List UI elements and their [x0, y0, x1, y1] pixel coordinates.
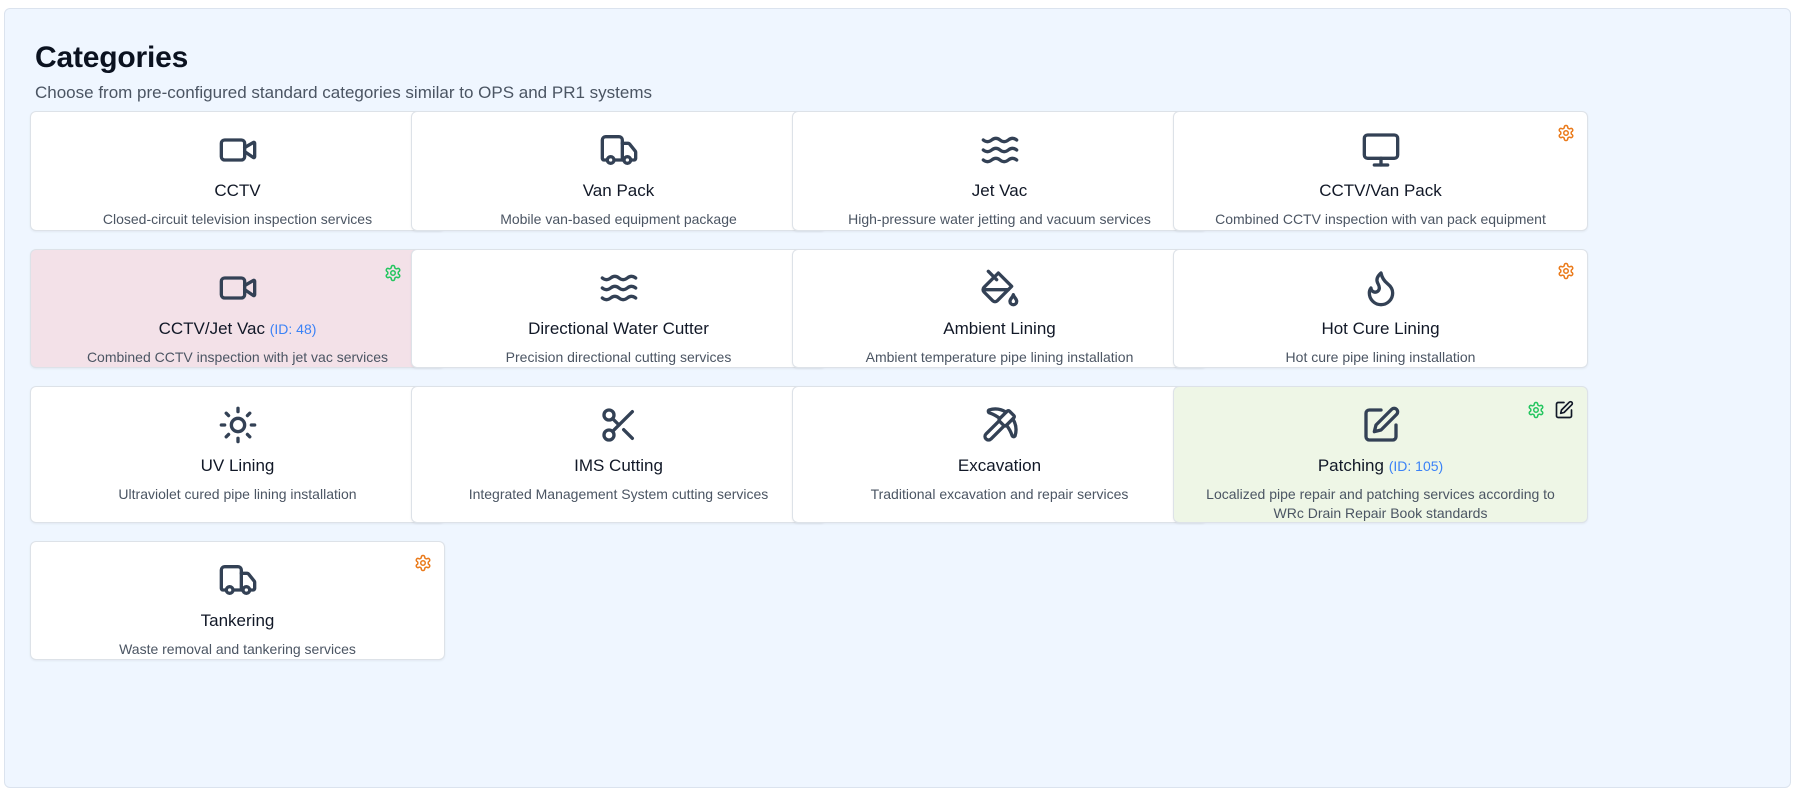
category-name: UV Lining [200, 456, 275, 475]
paint-bucket-icon [980, 268, 1020, 308]
truck-icon [599, 130, 639, 170]
video-camera-icon [218, 268, 258, 308]
category-description: Mobile van-based equipment package [500, 211, 737, 227]
category-card-ambient-lining[interactable]: Ambient Lining Ambient temperature pipe … [792, 249, 1207, 368]
gear-icon[interactable] [1557, 262, 1575, 280]
category-id: (ID: 48) [269, 321, 317, 337]
category-description: Hot cure pipe lining installation [1285, 349, 1476, 365]
category-name: Jet Vac [971, 181, 1028, 200]
category-description: Combined CCTV inspection with jet vac se… [86, 349, 389, 365]
pickaxe-icon [980, 405, 1020, 445]
gear-icon[interactable] [1557, 124, 1575, 142]
page-title: Categories [35, 41, 189, 74]
category-card-cctv-jet-vac[interactable]: CCTV/Jet Vac (ID: 48) Combined CCTV insp… [30, 249, 445, 368]
truck-icon [218, 560, 258, 600]
category-card-van-pack[interactable]: Van Pack Mobile van-based equipment pack… [411, 111, 826, 231]
edit-icon[interactable] [1554, 400, 1574, 420]
sun-icon [218, 405, 258, 445]
category-card-jet-vac[interactable]: Jet Vac High-pressure water jetting and … [792, 111, 1207, 231]
category-card-directional-water-cutter[interactable]: Directional Water Cutter Precision direc… [411, 249, 826, 368]
category-name-row: CCTV/Jet Vac (ID: 48) [31, 319, 444, 339]
category-card-cctv-van-pack[interactable]: CCTV/Van Pack Combined CCTV inspection w… [1173, 111, 1588, 231]
pencil-square-icon [1361, 405, 1401, 445]
category-name: Excavation [957, 456, 1042, 475]
category-name: CCTV [214, 181, 261, 200]
category-card-ims-cutting[interactable]: IMS Cutting Integrated Management System… [411, 386, 826, 523]
category-description: Ambient temperature pipe lining installa… [865, 349, 1134, 365]
category-description: Traditional excavation and repair servic… [870, 486, 1129, 502]
category-name: IMS Cutting [574, 456, 663, 475]
category-card-patching[interactable]: Patching (ID: 105) Localized pipe repair… [1173, 386, 1588, 523]
monitor-icon [1361, 130, 1401, 170]
category-name: Van Pack [582, 181, 655, 200]
category-description: Waste removal and tankering services [119, 641, 356, 657]
category-description: Ultraviolet cured pipe lining installati… [118, 486, 357, 502]
category-name: Ambient Lining [943, 319, 1056, 338]
category-card-uv-lining[interactable]: UV Lining Ultraviolet cured pipe lining … [30, 386, 445, 523]
category-card-tankering[interactable]: Tankering Waste removal and tankering se… [30, 541, 445, 660]
category-description: Localized pipe repair and patching servi… [1206, 486, 1555, 521]
category-name-row: Patching (ID: 105) [1174, 456, 1587, 476]
category-description: Closed-circuit television inspection ser… [102, 211, 373, 227]
category-card-cctv[interactable]: CCTV Closed-circuit television inspectio… [30, 111, 445, 231]
waves-icon [980, 130, 1020, 170]
category-name: Hot Cure Lining [1321, 319, 1440, 338]
category-card-excavation[interactable]: Excavation Traditional excavation and re… [792, 386, 1207, 523]
scissors-icon [599, 405, 639, 445]
flame-icon [1361, 268, 1401, 308]
page-subtitle: Choose from pre-configured standard cate… [35, 83, 652, 102]
category-name: Patching [1317, 456, 1384, 475]
category-name: CCTV/Jet Vac [158, 319, 265, 338]
category-card-hot-cure-lining[interactable]: Hot Cure Lining Hot cure pipe lining ins… [1173, 249, 1588, 368]
category-name: CCTV/Van Pack [1319, 181, 1442, 200]
category-name: Tankering [200, 611, 275, 630]
category-id: (ID: 105) [1388, 458, 1444, 474]
category-description: Precision directional cutting services [505, 349, 732, 365]
category-description: Combined CCTV inspection with van pack e… [1215, 211, 1546, 227]
video-camera-icon [218, 130, 258, 170]
category-name: Directional Water Cutter [528, 319, 709, 338]
category-description: Integrated Management System cutting ser… [468, 486, 769, 502]
waves-icon [599, 268, 639, 308]
gear-icon[interactable] [414, 554, 432, 572]
category-description: High-pressure water jetting and vacuum s… [848, 211, 1151, 227]
gear-icon[interactable] [1527, 401, 1545, 419]
gear-icon[interactable] [384, 264, 402, 282]
